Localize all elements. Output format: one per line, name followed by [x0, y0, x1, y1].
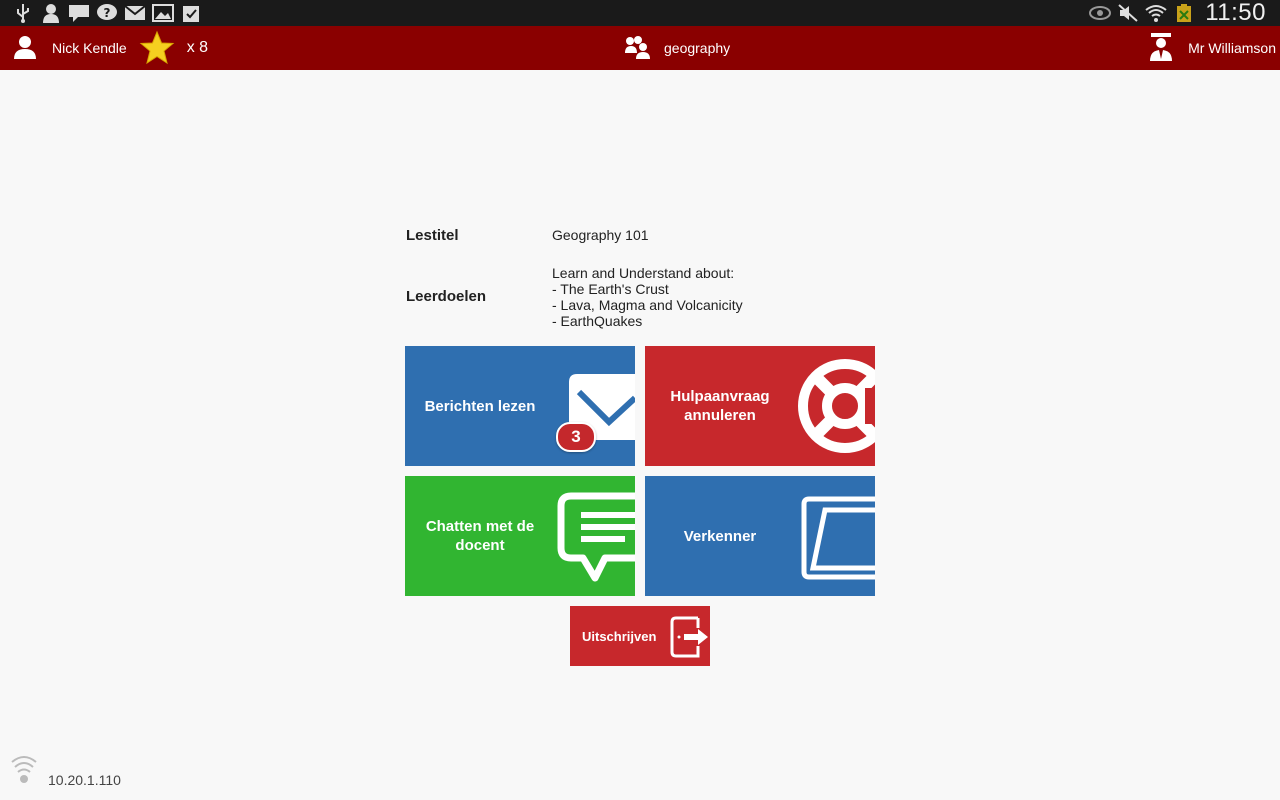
- help-icon: ?: [96, 2, 118, 24]
- star-icon: [139, 30, 175, 66]
- student-name: Nick Kendle: [52, 40, 127, 56]
- group-icon: [624, 35, 650, 62]
- lesson-title-label: Lestitel: [406, 227, 459, 244]
- chat-with-teacher-label: Chatten met de docent: [425, 518, 535, 554]
- explorer-tile[interactable]: Verkenner: [645, 476, 875, 596]
- system-icons: 11:50: [1089, 0, 1266, 26]
- cancel-help-request-tile[interactable]: Hulpaanvraag annuleren: [645, 346, 875, 466]
- wifi-signal-icon: [10, 754, 38, 791]
- ip-address: 10.20.1.110: [48, 772, 121, 788]
- class-info[interactable]: geography: [624, 26, 730, 70]
- notification-icons: ?: [12, 0, 202, 26]
- gallery-icon: [152, 2, 174, 24]
- cancel-help-request-label: Hulpaanvraag annuleren: [670, 388, 770, 424]
- read-messages-tile[interactable]: Berichten lezen 3: [405, 346, 635, 466]
- app-header: Nick Kendle x 8 geography Mr Williamson: [0, 26, 1280, 70]
- student-avatar-icon: [12, 34, 38, 63]
- goal-line: - Lava, Magma and Volcanicity: [552, 297, 743, 313]
- wifi-icon: [1145, 2, 1167, 24]
- class-name: geography: [664, 40, 731, 56]
- stars-count: x 8: [186, 39, 209, 56]
- teacher-info[interactable]: Mr Williamson: [1148, 26, 1276, 70]
- logout-label: Uitschrijven: [582, 628, 657, 644]
- goal-line: - EarthQuakes: [552, 313, 643, 329]
- usb-icon: [12, 2, 34, 24]
- chat-with-teacher-tile[interactable]: Chatten met de docent: [405, 476, 635, 596]
- unread-count-badge: 3: [556, 422, 596, 452]
- svg-text:?: ?: [104, 6, 111, 20]
- teacher-icon: [1148, 32, 1174, 65]
- person-icon: [40, 2, 62, 24]
- exit-door-icon: [670, 616, 708, 658]
- lifebuoy-icon: [798, 359, 875, 453]
- battery-charging-icon: [1173, 2, 1195, 24]
- lesson-goals-label: Leerdoelen: [406, 288, 487, 305]
- goal-line: Learn and Understand about:: [552, 265, 735, 281]
- explorer-label: Verkenner: [683, 527, 757, 545]
- student-info[interactable]: Nick Kendle x 8: [12, 26, 208, 70]
- message-icon: [68, 2, 90, 24]
- system-status-bar: ? 11:50: [0, 0, 1280, 26]
- lesson-goals-list: Learn and Understand about: - The Earth'…: [552, 265, 743, 329]
- mail-muted-icon: [124, 2, 146, 24]
- clipboard-check-icon: [180, 2, 202, 24]
- folder-icon: [801, 496, 875, 580]
- goal-line: - The Earth's Crust: [552, 281, 669, 297]
- eye-icon: [1089, 2, 1112, 24]
- mute-icon: [1117, 2, 1139, 24]
- teacher-name: Mr Williamson: [1188, 40, 1276, 56]
- logout-button[interactable]: Uitschrijven: [570, 606, 710, 666]
- clock: 11:50: [1205, 0, 1266, 26]
- lesson-title-value: Geography 101: [552, 227, 649, 243]
- read-messages-label: Berichten lezen: [424, 397, 536, 415]
- chat-bubble-icon: [557, 492, 635, 582]
